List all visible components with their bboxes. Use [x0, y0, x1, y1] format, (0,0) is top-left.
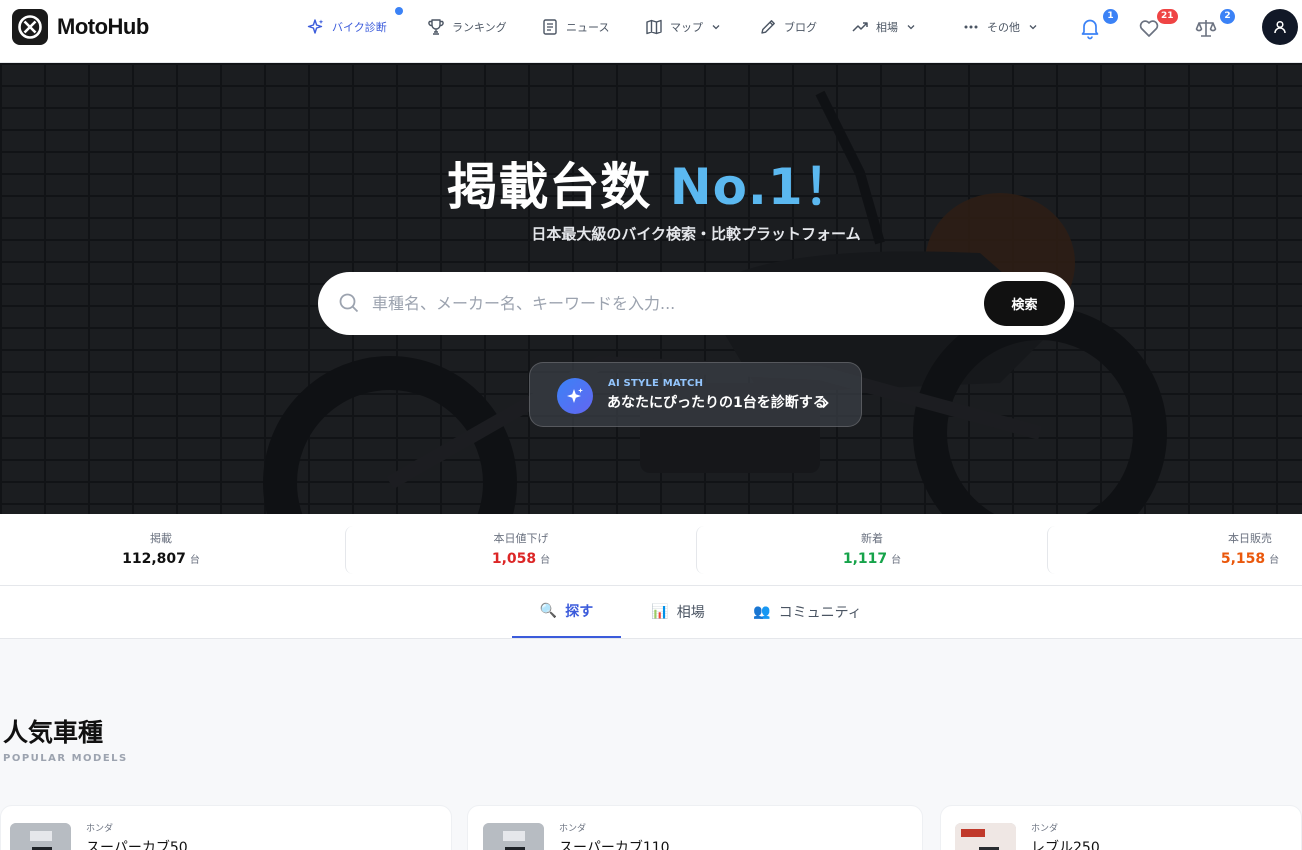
model-card[interactable]: ホンダ レブル250: [940, 805, 1302, 850]
nav-label: 相場: [876, 21, 898, 34]
nav-map[interactable]: マップ: [645, 17, 721, 37]
scale-icon: [1195, 20, 1217, 37]
search-button[interactable]: 検索: [984, 281, 1065, 326]
stat-price-drop: 本日値下げ 1,058 台: [356, 524, 686, 574]
nav-label: ニュース: [566, 21, 610, 34]
people-icon: 👥: [753, 604, 771, 620]
stat-sold-today: 本日販売 5,158 台: [1058, 524, 1302, 574]
search-bar: 検索: [318, 272, 1074, 335]
hero-title-accent: No.1！: [669, 158, 855, 216]
notifications-button[interactable]: [1078, 16, 1102, 40]
search-icon: [339, 293, 359, 313]
tab-explore[interactable]: 🔍 探す: [512, 586, 621, 638]
divider: [696, 526, 706, 574]
sparkles-icon: [557, 378, 593, 414]
nav-more[interactable]: その他: [962, 17, 1038, 37]
model-maker: ホンダ: [559, 824, 587, 834]
new-indicator-dot: [395, 7, 403, 15]
model-name: スーパーカブ50: [86, 840, 188, 850]
magnifier-icon: 🔍: [539, 603, 558, 619]
model-thumbnail: [483, 823, 544, 850]
stat-value: 112,807 台: [122, 551, 200, 567]
ai-kicker: AI STYLE MATCH: [608, 378, 704, 389]
model-name: スーパーカブ110: [559, 840, 670, 850]
nav-label: ブログ: [784, 21, 817, 34]
nav-label: マップ: [670, 21, 703, 34]
more-icon: [964, 25, 978, 29]
model-card[interactable]: ホンダ スーパーカブ50: [0, 805, 452, 850]
stat-value: 1,058 台: [491, 551, 551, 567]
tab-label: 相場: [676, 605, 705, 621]
model-maker: ホンダ: [1031, 824, 1059, 834]
stat-new-arrivals: 新着 1,117 台: [707, 524, 1037, 574]
divider: [1047, 526, 1057, 574]
trophy-icon: [428, 19, 444, 35]
notifications-badge: 1: [1103, 9, 1118, 24]
top-header: MotoHub バイク診断 ランキング ニュース マップ ブログ 相場 その他 …: [0, 0, 1302, 63]
newspaper-icon: [543, 19, 557, 35]
bar-chart-icon: 📊: [651, 604, 669, 620]
compare-badge: 2: [1220, 9, 1235, 24]
chevron-down-icon: [712, 25, 720, 30]
nav-label: その他: [987, 21, 1020, 34]
nav-bike-diagnosis[interactable]: バイク診断: [307, 17, 387, 37]
stat-label: 新着: [861, 532, 883, 545]
stat-value: 1,117 台: [842, 551, 902, 567]
stat-label: 本日値下げ: [493, 532, 549, 545]
nav-ranking[interactable]: ランキング: [427, 17, 507, 37]
nav-label: バイク診断: [332, 21, 387, 34]
section-title: 人気車種: [3, 718, 104, 747]
model-maker: ホンダ: [86, 824, 114, 834]
model-name: レブル250: [1031, 840, 1100, 850]
stats-bar: 掲載 112,807 台 本日値下げ 1,058 台 新着 1,117 台 本日販売 …: [0, 514, 1302, 586]
model-thumbnail: [955, 823, 1016, 850]
stat-label: 掲載: [150, 532, 172, 545]
stat-label: 本日販売: [1228, 532, 1272, 545]
logo[interactable]: MotoHub: [12, 9, 149, 45]
hero-title-text: 掲載台数: [447, 158, 652, 216]
model-card[interactable]: ホンダ スーパーカブ110: [467, 805, 923, 850]
tab-label: 探す: [565, 604, 594, 620]
map-icon: [646, 19, 662, 35]
nav-news[interactable]: ニュース: [541, 17, 609, 37]
bell-icon: [1081, 19, 1099, 40]
section-subtitle: POPULAR MODELS: [3, 753, 128, 764]
logo-text: MotoHub: [57, 14, 149, 39]
tab-community[interactable]: 👥 コミュニティ: [750, 586, 865, 638]
tab-label: コミュニティ: [778, 605, 862, 621]
pen-icon: [761, 20, 775, 34]
hero-title: 掲載台数 No.1！: [0, 147, 1302, 219]
trend-up-icon: [852, 22, 868, 32]
favorites-badge: 21: [1157, 9, 1178, 24]
nav-blog[interactable]: ブログ: [759, 17, 817, 37]
hero-banner: 掲載台数 No.1！ 日本最大級のバイク検索・比較プラットフォーム 検索 AI …: [0, 63, 1302, 514]
search-input[interactable]: [372, 288, 972, 318]
section-tabs: 🔍 探す 📊 相場 👥 コミュニティ: [0, 586, 1302, 639]
stat-value: 5,158 台: [1220, 551, 1280, 567]
ai-style-match-button[interactable]: AI STYLE MATCH あなたにぴったりの1台を診断する: [529, 362, 862, 427]
ai-text: あなたにぴったりの1台を診断する: [607, 395, 827, 411]
chevron-down-icon: [1029, 25, 1037, 30]
user-icon: [1274, 20, 1286, 34]
nav-label: ランキング: [452, 21, 507, 34]
model-thumbnail: [10, 823, 71, 850]
sparkles-icon: [307, 19, 324, 34]
stat-listed: 掲載 112,807 台: [0, 524, 322, 574]
tab-market[interactable]: 📊 相場: [636, 586, 720, 638]
user-avatar-button[interactable]: [1262, 9, 1298, 45]
logo-icon: [12, 9, 48, 45]
hero-subtitle: 日本最大級のバイク検索・比較プラットフォーム: [531, 225, 861, 243]
nav-market-price[interactable]: 相場: [851, 17, 916, 37]
chevron-right-icon: [822, 397, 829, 409]
chevron-down-icon: [907, 25, 915, 30]
divider: [345, 526, 355, 574]
compare-button[interactable]: [1194, 16, 1218, 40]
